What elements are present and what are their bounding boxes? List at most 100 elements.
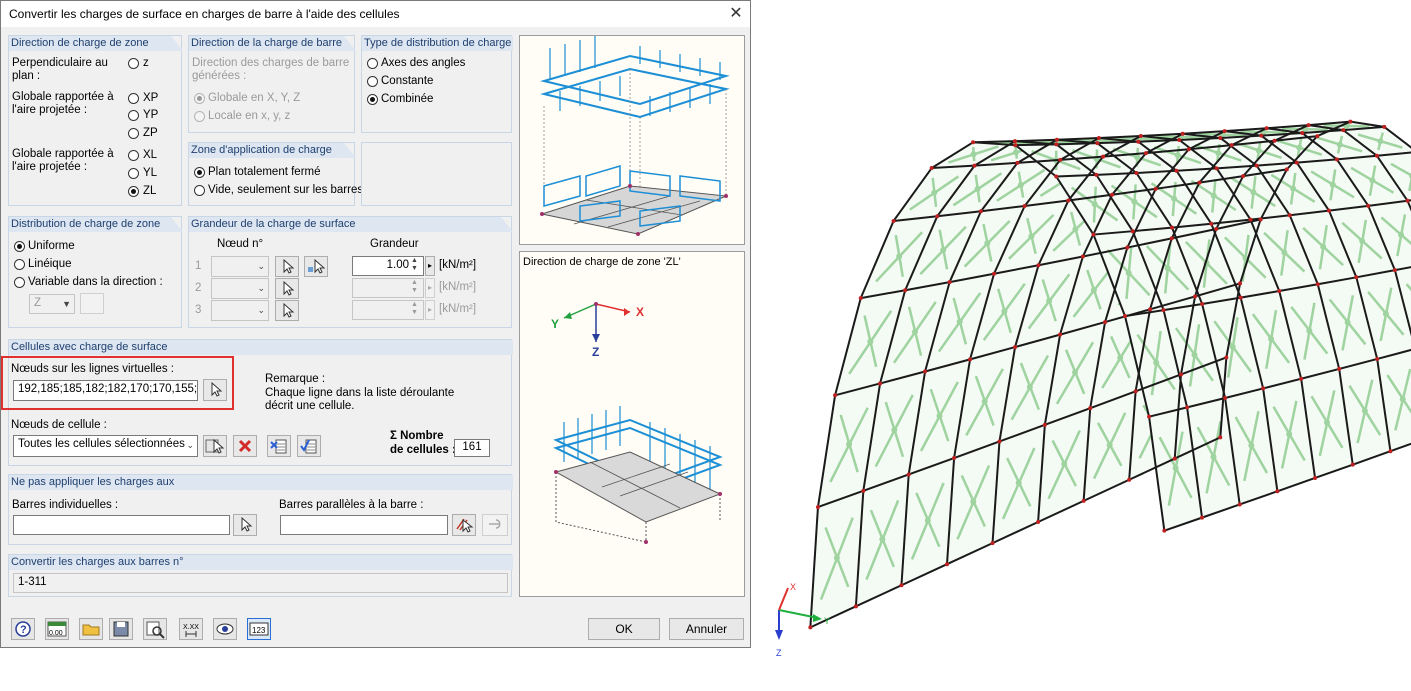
mesh-node[interactable] — [1066, 198, 1071, 203]
radio-constante[interactable] — [367, 76, 378, 87]
mesh-node[interactable] — [1013, 345, 1018, 350]
pick-node-button-3[interactable] — [275, 300, 299, 321]
mesh-node[interactable] — [808, 625, 813, 630]
mesh-node[interactable] — [1185, 405, 1190, 410]
mesh-node[interactable] — [833, 393, 838, 398]
radio-xp[interactable] — [128, 93, 139, 104]
mesh-node[interactable] — [1130, 229, 1135, 234]
pick-cell-button[interactable] — [203, 435, 227, 457]
mesh-node[interactable] — [971, 140, 976, 145]
mesh-node[interactable] — [1277, 289, 1282, 294]
barres-individuelles-input[interactable] — [13, 515, 230, 535]
radio-vide[interactable] — [194, 185, 205, 196]
mesh-node[interactable] — [968, 357, 973, 362]
mesh-node[interactable] — [1223, 395, 1228, 400]
mesh-node[interactable] — [1143, 151, 1148, 156]
mesh-node[interactable] — [1091, 232, 1096, 237]
mesh-node[interactable] — [978, 209, 983, 214]
radio-uniforme[interactable] — [14, 241, 25, 252]
spin-arrow-3[interactable]: ▸ — [425, 300, 435, 320]
mesh-node[interactable] — [1197, 180, 1202, 185]
mesh-node[interactable] — [1327, 208, 1332, 213]
mesh-node[interactable] — [1174, 168, 1179, 173]
mesh-node[interactable] — [1241, 174, 1246, 179]
mesh-node[interactable] — [1193, 294, 1198, 299]
mesh-node[interactable] — [858, 296, 863, 301]
mesh-node[interactable] — [1218, 435, 1223, 440]
mesh-node[interactable] — [1169, 236, 1174, 241]
mesh-node[interactable] — [1348, 119, 1353, 124]
member-line[interactable] — [1014, 138, 1057, 143]
mesh-node[interactable] — [1170, 225, 1175, 230]
mesh-node[interactable] — [1147, 414, 1152, 419]
mesh-node[interactable] — [1272, 138, 1277, 143]
spin-arrow-1[interactable]: ▸ — [425, 256, 435, 276]
noeuds-virtuels-input[interactable]: 192,185;185,182;182,170;170,155; — [13, 380, 198, 401]
spin-arrow-2[interactable]: ▸ — [425, 278, 435, 298]
node-select-2[interactable]: ⌄ — [211, 278, 269, 299]
radio-zp[interactable] — [128, 128, 139, 139]
mesh-node[interactable] — [1218, 135, 1223, 140]
check-cells-button[interactable] — [297, 435, 321, 457]
pick-direction-button[interactable] — [80, 293, 104, 314]
mesh-node[interactable] — [1294, 160, 1299, 165]
mesh-node[interactable] — [1200, 515, 1205, 520]
mesh-node[interactable] — [1125, 245, 1130, 250]
mesh-node[interactable] — [1237, 502, 1242, 507]
mesh-node[interactable] — [1334, 157, 1339, 162]
mesh-node[interactable] — [1096, 136, 1101, 141]
mesh-node[interactable] — [1148, 307, 1153, 312]
radio-variable[interactable] — [14, 277, 25, 288]
mesh-node[interactable] — [1013, 143, 1018, 148]
mesh-node[interactable] — [1022, 204, 1027, 209]
mesh-node[interactable] — [1258, 217, 1263, 222]
mesh-node[interactable] — [1287, 213, 1292, 218]
mesh-node[interactable] — [1248, 217, 1253, 222]
mesh-node[interactable] — [891, 218, 896, 223]
mesh-node[interactable] — [929, 166, 934, 171]
pick-virtual-nodes-button[interactable] — [203, 379, 227, 401]
mesh-node[interactable] — [1354, 275, 1359, 280]
radio-z[interactable] — [128, 58, 139, 69]
mesh-node[interactable] — [1136, 139, 1141, 144]
open-button[interactable] — [79, 618, 103, 640]
radio-zl[interactable] — [128, 186, 139, 197]
mesh-node[interactable] — [1161, 308, 1166, 313]
mesh-node[interactable] — [1392, 268, 1397, 273]
mesh-node[interactable] — [1054, 137, 1059, 142]
node-select-1[interactable]: ⌄ — [211, 256, 269, 277]
mesh-node[interactable] — [1238, 281, 1243, 286]
mesh-node[interactable] — [997, 439, 1002, 444]
save-button[interactable] — [109, 618, 133, 640]
mesh-node[interactable] — [1300, 131, 1305, 136]
mesh-node[interactable] — [906, 472, 911, 477]
mesh-node[interactable] — [1095, 141, 1100, 146]
direction-select[interactable]: Z ▼ — [29, 294, 75, 314]
search-button[interactable] — [143, 618, 167, 640]
delete-cell-button[interactable] — [233, 435, 257, 457]
mesh-node[interactable] — [1337, 366, 1342, 371]
mesh-node[interactable] — [1405, 198, 1410, 203]
mesh-node[interactable] — [1284, 167, 1289, 172]
mesh-node[interactable] — [1214, 166, 1219, 171]
mesh-node[interactable] — [1103, 320, 1108, 325]
mesh-node[interactable] — [1081, 498, 1086, 503]
mesh-node[interactable] — [1200, 301, 1205, 306]
mesh-node[interactable] — [1110, 192, 1115, 197]
mesh-node[interactable] — [878, 381, 883, 386]
member-line[interactable] — [1015, 143, 1057, 147]
barres-paralleles-input[interactable] — [280, 515, 448, 535]
mesh-node[interactable] — [1054, 174, 1059, 179]
help-button[interactable]: ? — [11, 618, 35, 640]
spin-3[interactable]: ▲ ▼ — [411, 301, 418, 317]
mesh-node[interactable] — [972, 163, 977, 168]
mesh-node[interactable] — [1350, 462, 1355, 467]
mesh-node[interactable] — [1209, 221, 1214, 226]
mesh-node[interactable] — [1042, 422, 1047, 427]
pick-barres-ind-button[interactable] — [233, 514, 257, 536]
mesh-node[interactable] — [1261, 386, 1266, 391]
mesh-node[interactable] — [1306, 123, 1311, 128]
mesh-node[interactable] — [1162, 528, 1167, 533]
mesh-node[interactable] — [1138, 134, 1143, 139]
pick-node-button-2[interactable] — [275, 278, 299, 299]
